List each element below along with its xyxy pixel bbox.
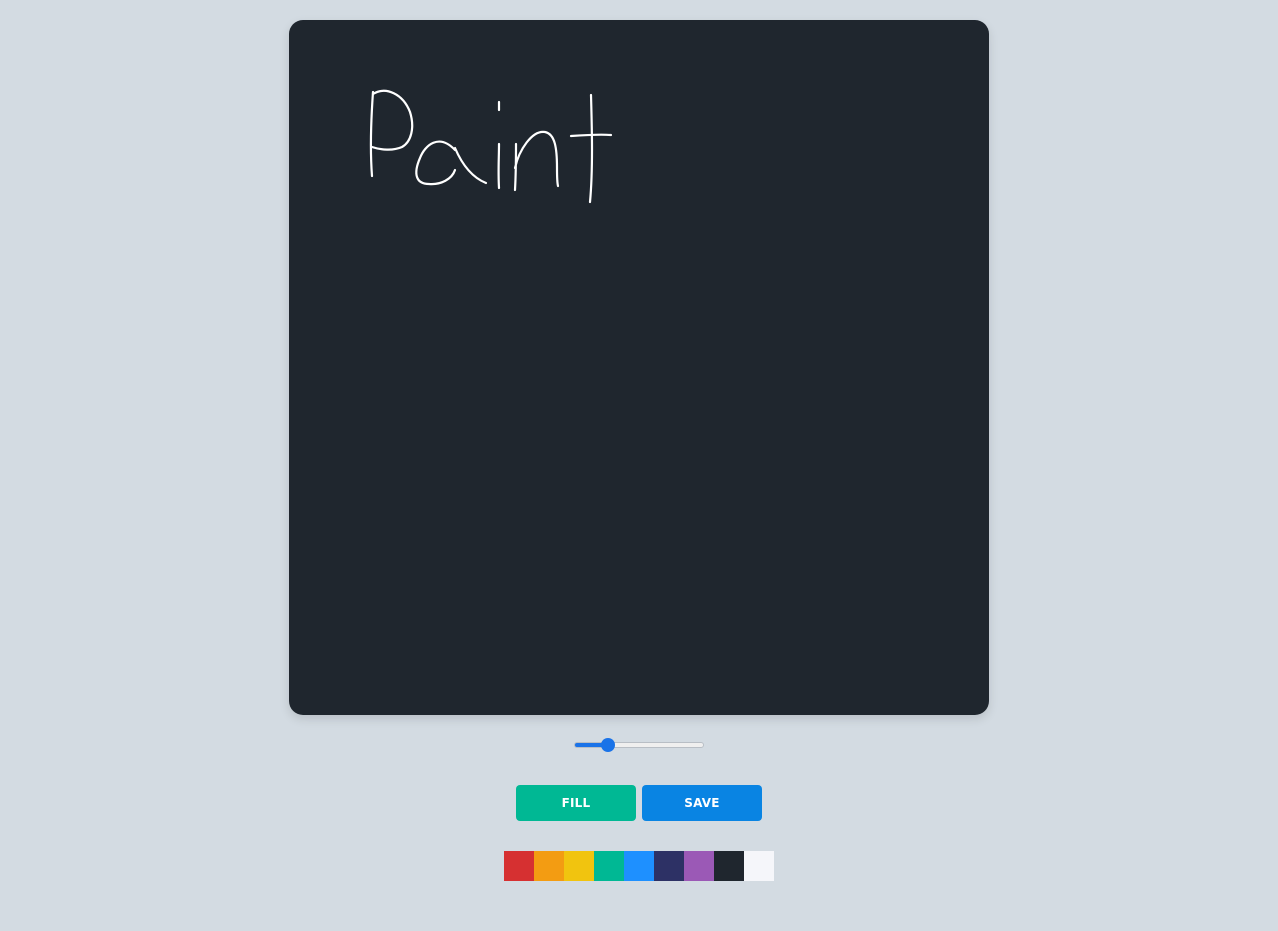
canvas-background [289, 20, 989, 715]
canvas-surface[interactable] [289, 20, 989, 715]
color-swatch-purple[interactable] [684, 851, 714, 881]
color-swatch-navy[interactable] [654, 851, 684, 881]
drawing-canvas[interactable] [289, 20, 989, 715]
color-swatch-teal[interactable] [594, 851, 624, 881]
color-swatch-red[interactable] [504, 851, 534, 881]
stroke-letter-t-bar [569, 133, 613, 138]
brush-size-slider[interactable] [574, 736, 704, 754]
color-swatch-dark[interactable] [714, 851, 744, 881]
color-swatch-orange[interactable] [534, 851, 564, 881]
save-button[interactable]: SAVE [642, 785, 762, 821]
paint-app: FILL SAVE [0, 0, 1278, 931]
color-swatch-yellow[interactable] [564, 851, 594, 881]
fill-button[interactable]: FILL [516, 785, 636, 821]
color-swatch-blue[interactable] [624, 851, 654, 881]
color-palette [504, 851, 774, 881]
color-swatch-white[interactable] [744, 851, 774, 881]
